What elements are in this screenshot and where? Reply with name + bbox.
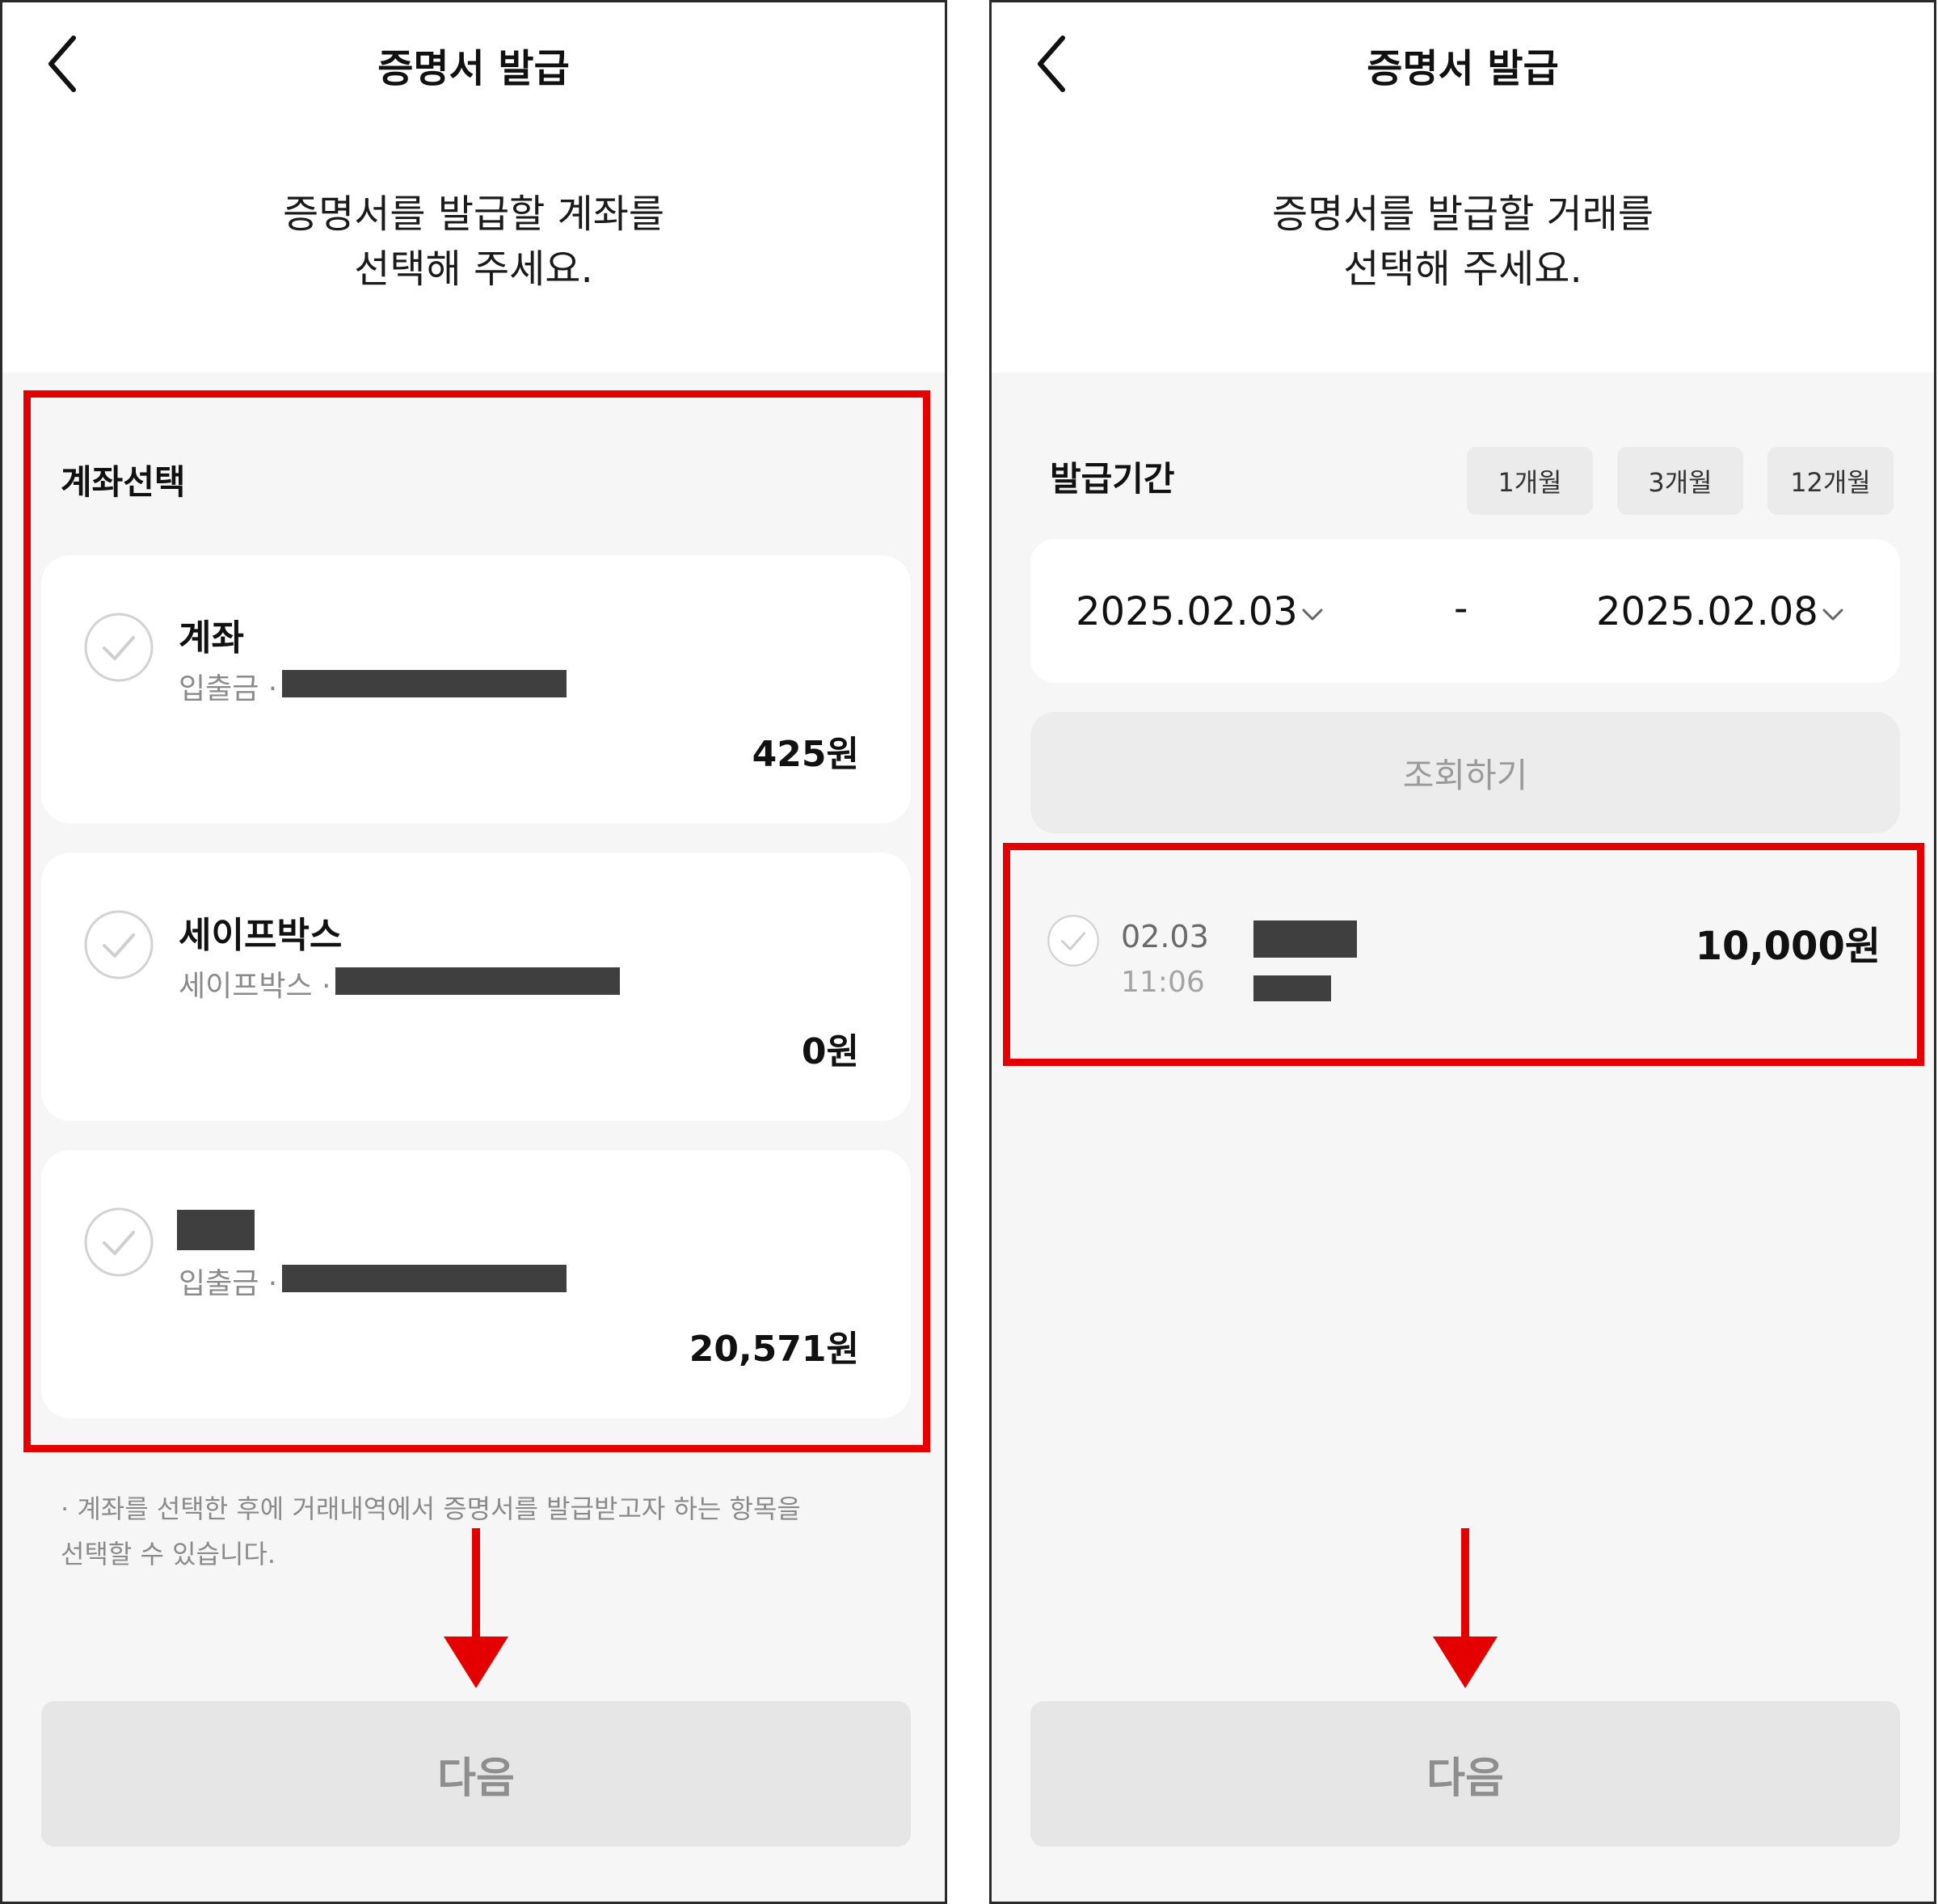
instruction-line-1: 증명서를 발급할 거래를 xyxy=(1271,192,1654,237)
start-date-select[interactable]: 2025.02.03 xyxy=(1076,589,1298,634)
chevron-down-icon[interactable] xyxy=(1821,607,1845,623)
instruction-line-2: 선택해 주세요. xyxy=(1343,246,1582,292)
date-range-picker: 2025.02.03 - 2025.02.08 xyxy=(1030,539,1900,683)
info-note-line-2: 선택할 수 있습니다. xyxy=(61,1539,276,1569)
instruction-text: 증명서를 발급할 거래를 선택해 주세요. xyxy=(992,187,1934,297)
query-button[interactable]: 조회하기 xyxy=(1030,712,1900,833)
red-arrow-down xyxy=(432,1528,520,1690)
info-note: · 계좌를 선택한 후에 거래내역에서 증명서를 발급받고자 하는 항목을 선택… xyxy=(61,1486,801,1577)
info-note-line-1: · 계좌를 선택한 후에 거래내역에서 증명서를 발급받고자 하는 항목을 xyxy=(61,1493,801,1524)
next-button[interactable]: 다음 xyxy=(1030,1701,1900,1847)
header: 증명서 발급 xyxy=(992,2,1934,132)
period-12-month-button[interactable]: 12개월 xyxy=(1767,447,1894,515)
instruction-line-2: 선택해 주세요. xyxy=(354,246,593,292)
next-button[interactable]: 다음 xyxy=(41,1701,911,1847)
period-3-month-button[interactable]: 3개월 xyxy=(1617,447,1743,515)
account-select-screen: 증명서 발급 증명서를 발급할 계좌를 선택해 주세요. 계좌선택 계좌 입출금… xyxy=(0,0,947,1904)
highlight-box xyxy=(1003,843,1924,1066)
end-date-select[interactable]: 2025.02.08 xyxy=(1596,589,1818,634)
page-title: 증명서 발급 xyxy=(377,46,570,91)
instruction-line-1: 증명서를 발급할 계좌를 xyxy=(282,192,665,237)
highlight-box xyxy=(23,390,930,1452)
period-label: 발급기간 xyxy=(1050,459,1175,499)
instruction-text: 증명서를 발급할 계좌를 선택해 주세요. xyxy=(2,187,945,297)
period-1-month-button[interactable]: 1개월 xyxy=(1467,447,1593,515)
chevron-down-icon[interactable] xyxy=(1300,607,1325,623)
date-separator: - xyxy=(1454,586,1468,631)
page-title: 증명서 발급 xyxy=(1367,46,1559,91)
transaction-select-screen: 증명서 발급 증명서를 발급할 거래를 선택해 주세요. 발급기간 1개월 3개… xyxy=(989,0,1936,1904)
header: 증명서 발급 xyxy=(2,2,945,132)
red-arrow-down xyxy=(1421,1528,1510,1690)
